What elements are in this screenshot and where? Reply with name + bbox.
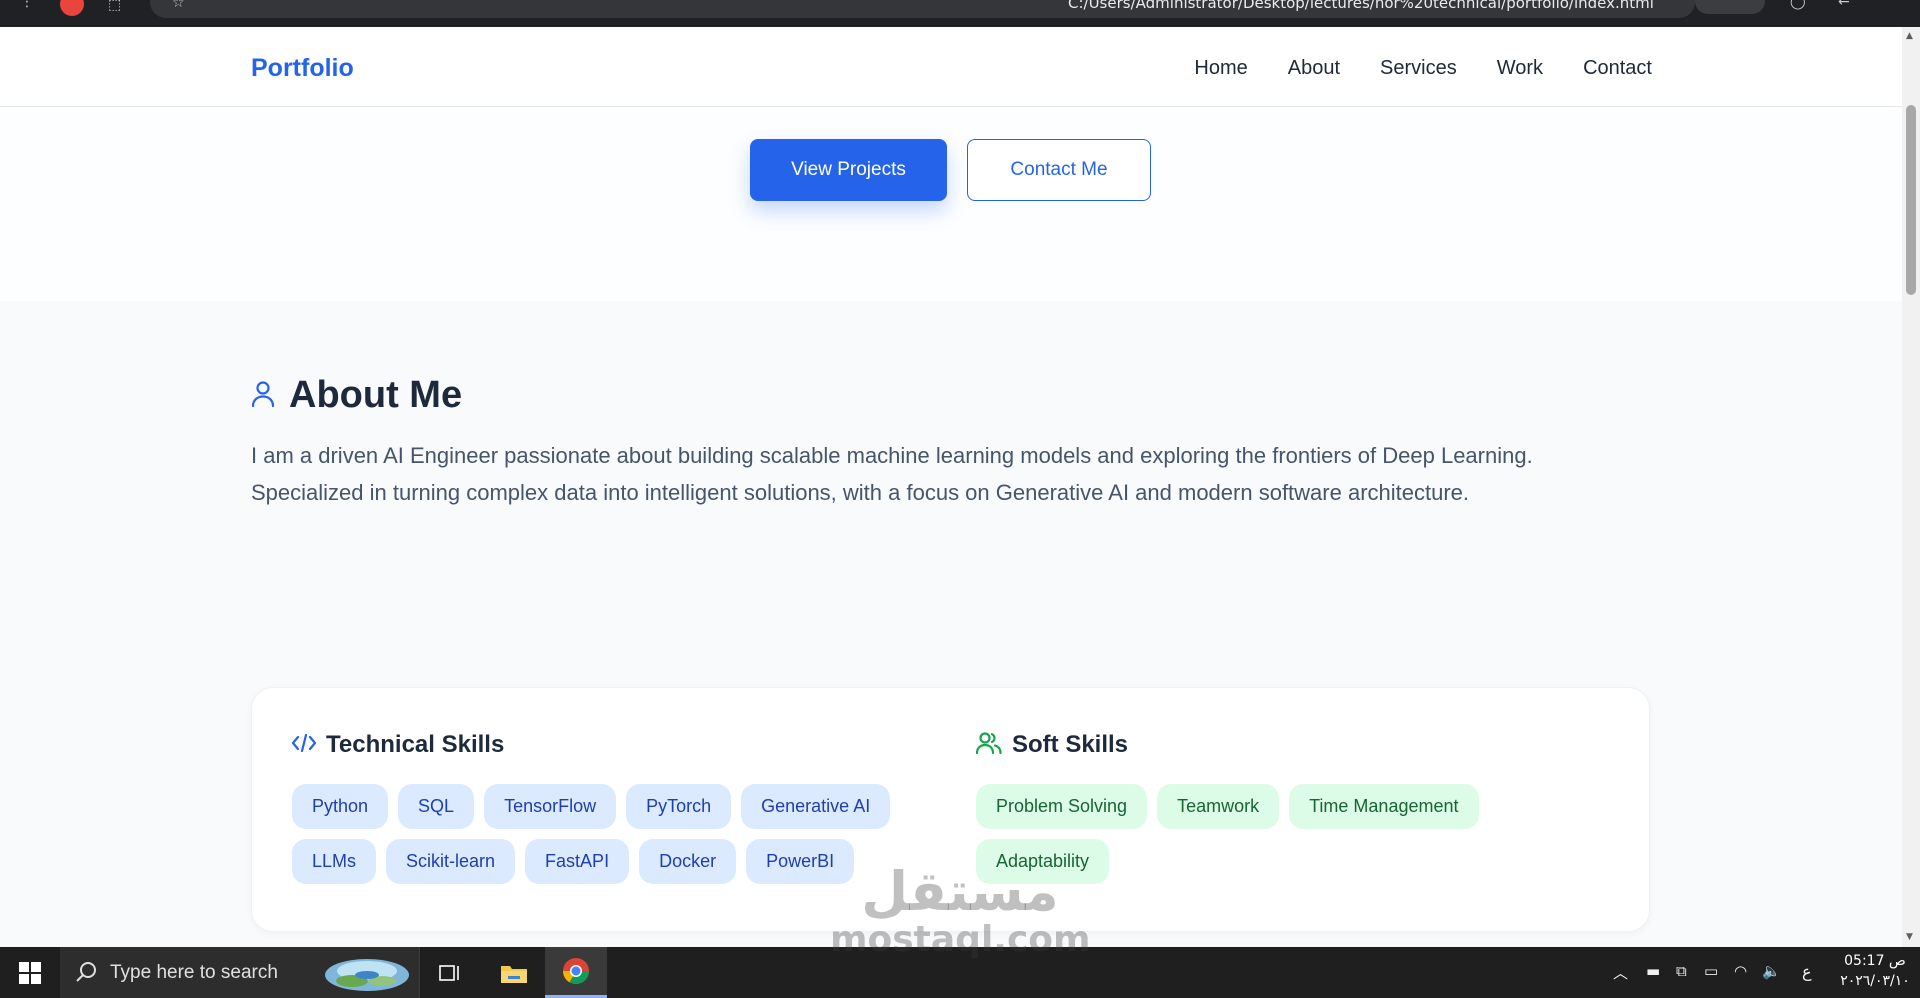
scroll-down-arrow-icon[interactable]: ▼ xyxy=(1906,932,1913,942)
profile-pill[interactable] xyxy=(1695,0,1765,14)
page-viewport: Portfolio Home About Services Work Conta… xyxy=(0,27,1902,947)
meet-now-icon[interactable]: ⧉ xyxy=(1676,962,1687,980)
system-clock[interactable]: 05:17 ص ٢٠٢٦/٠٣/١٠ xyxy=(1832,951,1918,991)
battery-icon[interactable]: ▭ xyxy=(1704,962,1718,980)
site-logo[interactable]: Portfolio xyxy=(251,54,354,83)
address-bar-url: C:/Users/Administrator/Desktop/lectures/… xyxy=(1068,0,1654,12)
search-highlight-image xyxy=(325,959,409,991)
skill-tag: SQL xyxy=(398,784,475,829)
soft-skills: Soft Skills Problem Solving Teamwork Tim… xyxy=(975,728,1616,884)
site-navbar: Portfolio Home About Services Work Conta… xyxy=(0,27,1902,107)
technical-skills-title: Technical Skills xyxy=(326,731,505,758)
volume-icon[interactable]: 🔈 xyxy=(1762,962,1781,980)
skill-tag: Teamwork xyxy=(1157,784,1280,829)
nav-about[interactable]: About xyxy=(1288,57,1340,80)
watermark-arabic: مستقل xyxy=(861,860,1059,923)
technical-skills-heading: Technical Skills xyxy=(291,728,952,762)
windows-logo-icon xyxy=(19,961,41,984)
soft-skills-title: Soft Skills xyxy=(1012,731,1129,758)
about-section: About Me I am a driven AI Engineer passi… xyxy=(0,301,1902,947)
contact-me-button[interactable]: Contact Me xyxy=(967,139,1151,201)
skill-tag: Generative AI xyxy=(741,784,891,829)
nav-home[interactable]: Home xyxy=(1194,57,1247,80)
page-scrollbar[interactable]: ▲ ▼ xyxy=(1902,27,1920,947)
hero-section xyxy=(0,107,1902,301)
start-button[interactable] xyxy=(0,947,60,998)
taskbar-search[interactable]: Type here to search xyxy=(60,947,420,998)
chrome-icon xyxy=(562,958,590,985)
skill-tag: Python xyxy=(292,784,389,829)
skill-tag: Docker xyxy=(639,839,737,884)
show-hidden-icons-chevron-icon[interactable]: ︿ xyxy=(1613,962,1628,983)
scroll-up-arrow-icon[interactable]: ▲ xyxy=(1906,31,1913,41)
about-paragraph-line: I am a driven AI Engineer passionate abo… xyxy=(251,443,1533,468)
watermark: مستقل mostaql.com xyxy=(830,860,1091,960)
menu-dots-icon[interactable]: ⋮ xyxy=(20,0,34,10)
file-explorer-button[interactable] xyxy=(488,947,540,998)
users-icon xyxy=(975,732,1002,758)
about-title: About Me xyxy=(289,374,463,416)
download-icon[interactable]: ⬚ xyxy=(108,0,121,13)
skill-tag: PyTorch xyxy=(626,784,732,829)
about-paragraph-line: Specialized in turning complex data into… xyxy=(251,480,1470,505)
search-icon xyxy=(74,960,98,988)
skill-tag: TensorFlow xyxy=(484,784,617,829)
nav-work[interactable]: Work xyxy=(1497,57,1543,80)
skill-tag: Time Management xyxy=(1289,784,1479,829)
nav-services[interactable]: Services xyxy=(1380,57,1457,80)
technical-skills: Technical Skills Python SQL TensorFlow P… xyxy=(291,728,952,884)
nav-links: Home About Services Work Contact xyxy=(1194,57,1652,80)
scrollbar-thumb[interactable] xyxy=(1906,105,1916,295)
about-heading: About Me xyxy=(251,374,462,417)
folder-icon xyxy=(501,965,527,983)
wifi-icon[interactable]: ◠ xyxy=(1734,962,1747,980)
clock-time: 05:17 ص xyxy=(1844,953,1906,969)
input-language-indicator[interactable]: ع xyxy=(1802,962,1812,981)
watermark-latin: mostaql.com xyxy=(830,919,1091,960)
back-arrow-icon[interactable]: ← xyxy=(1838,0,1850,10)
task-view-icon xyxy=(439,964,459,981)
extension-icon[interactable] xyxy=(60,0,84,16)
task-view-button[interactable] xyxy=(424,947,476,998)
skill-tag: LLMs xyxy=(292,839,377,884)
battery-saver-icon[interactable]: ▬ xyxy=(1646,962,1660,980)
skill-tag: Scikit-learn xyxy=(386,839,516,884)
browser-toolbar: ⋮ ⬚ ☆ C:/Users/Administrator/Desktop/lec… xyxy=(0,0,1920,27)
nav-contact[interactable]: Contact xyxy=(1583,57,1652,80)
view-projects-button[interactable]: View Projects xyxy=(750,139,947,201)
user-icon xyxy=(251,380,275,412)
bookmark-star-icon[interactable]: ☆ xyxy=(172,0,185,11)
chrome-taskbar-button[interactable] xyxy=(545,947,607,998)
skill-tag: FastAPI xyxy=(525,839,630,884)
soft-skills-heading: Soft Skills xyxy=(975,728,1616,762)
about-paragraph: I am a driven AI Engineer passionate abo… xyxy=(251,437,1651,511)
search-placeholder: Type here to search xyxy=(110,962,278,983)
clock-date: ٢٠٢٦/٠٣/١٠ xyxy=(1840,973,1910,989)
skill-tag: Problem Solving xyxy=(976,784,1148,829)
code-icon xyxy=(291,733,317,757)
profile-icon[interactable]: ◯ xyxy=(1790,0,1806,10)
